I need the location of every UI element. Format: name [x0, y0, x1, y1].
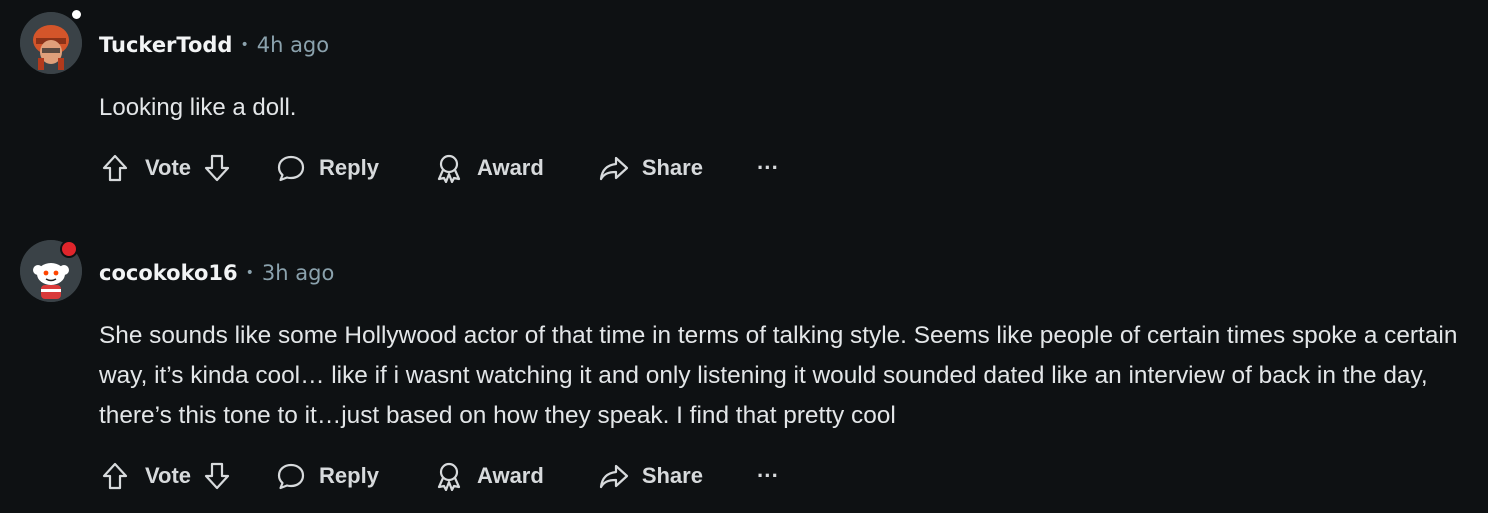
vote-group: Vote: [99, 460, 233, 492]
upvote-icon[interactable]: [99, 152, 131, 184]
share-label: Share: [641, 463, 703, 488]
comment-body: Looking like a doll.: [99, 94, 297, 121]
vote-count: Vote: [145, 155, 192, 180]
author-name[interactable]: cocokoko16: [99, 259, 238, 287]
comment-meta: cocokoko16 • 3h ago: [99, 259, 334, 287]
share-button[interactable]: Share: [598, 152, 703, 184]
share-arrow-icon: [598, 152, 630, 184]
orange-helmet-avatar-icon: [20, 12, 82, 74]
meta-separator: •: [245, 265, 254, 281]
downvote-icon[interactable]: [201, 152, 233, 184]
timestamp[interactable]: 3h ago: [262, 259, 334, 287]
more-options-button[interactable]: ···: [757, 155, 779, 181]
award-icon: [433, 460, 465, 492]
downvote-icon[interactable]: [201, 460, 233, 492]
timestamp[interactable]: 4h ago: [257, 31, 329, 59]
vote-group: Vote: [99, 152, 233, 184]
share-arrow-icon: [598, 460, 630, 492]
share-label: Share: [641, 155, 703, 180]
comment-actions: Vote Reply Award Share ···: [99, 456, 779, 496]
award-button[interactable]: Award: [433, 460, 544, 492]
user-avatar[interactable]: [20, 240, 82, 302]
reply-label: Reply: [319, 463, 379, 488]
reply-button[interactable]: Reply: [275, 152, 379, 184]
reply-button[interactable]: Reply: [275, 460, 379, 492]
comment-meta: TuckerTodd • 4h ago: [99, 31, 329, 59]
more-options-button[interactable]: ···: [757, 463, 779, 489]
author-name[interactable]: TuckerTodd: [99, 31, 232, 59]
award-icon: [433, 152, 465, 184]
upvote-icon[interactable]: [99, 460, 131, 492]
speech-bubble-icon: [275, 152, 307, 184]
meta-separator: •: [240, 37, 249, 53]
comment-body: She sounds like some Hollywood actor of …: [99, 322, 1458, 429]
award-label: Award: [476, 463, 544, 488]
vote-count: Vote: [145, 463, 192, 488]
ellipsis-icon: ···: [756, 463, 779, 488]
share-button[interactable]: Share: [598, 460, 703, 492]
speech-bubble-icon: [275, 460, 307, 492]
ellipsis-icon: ···: [756, 155, 779, 180]
turkey-flag-badge-icon: [60, 240, 78, 258]
award-button[interactable]: Award: [433, 152, 544, 184]
online-indicator: [72, 10, 81, 19]
user-avatar[interactable]: [20, 10, 82, 74]
reply-label: Reply: [319, 155, 379, 180]
award-label: Award: [476, 155, 544, 180]
comment-actions: Vote Reply Award Share ···: [99, 148, 779, 188]
